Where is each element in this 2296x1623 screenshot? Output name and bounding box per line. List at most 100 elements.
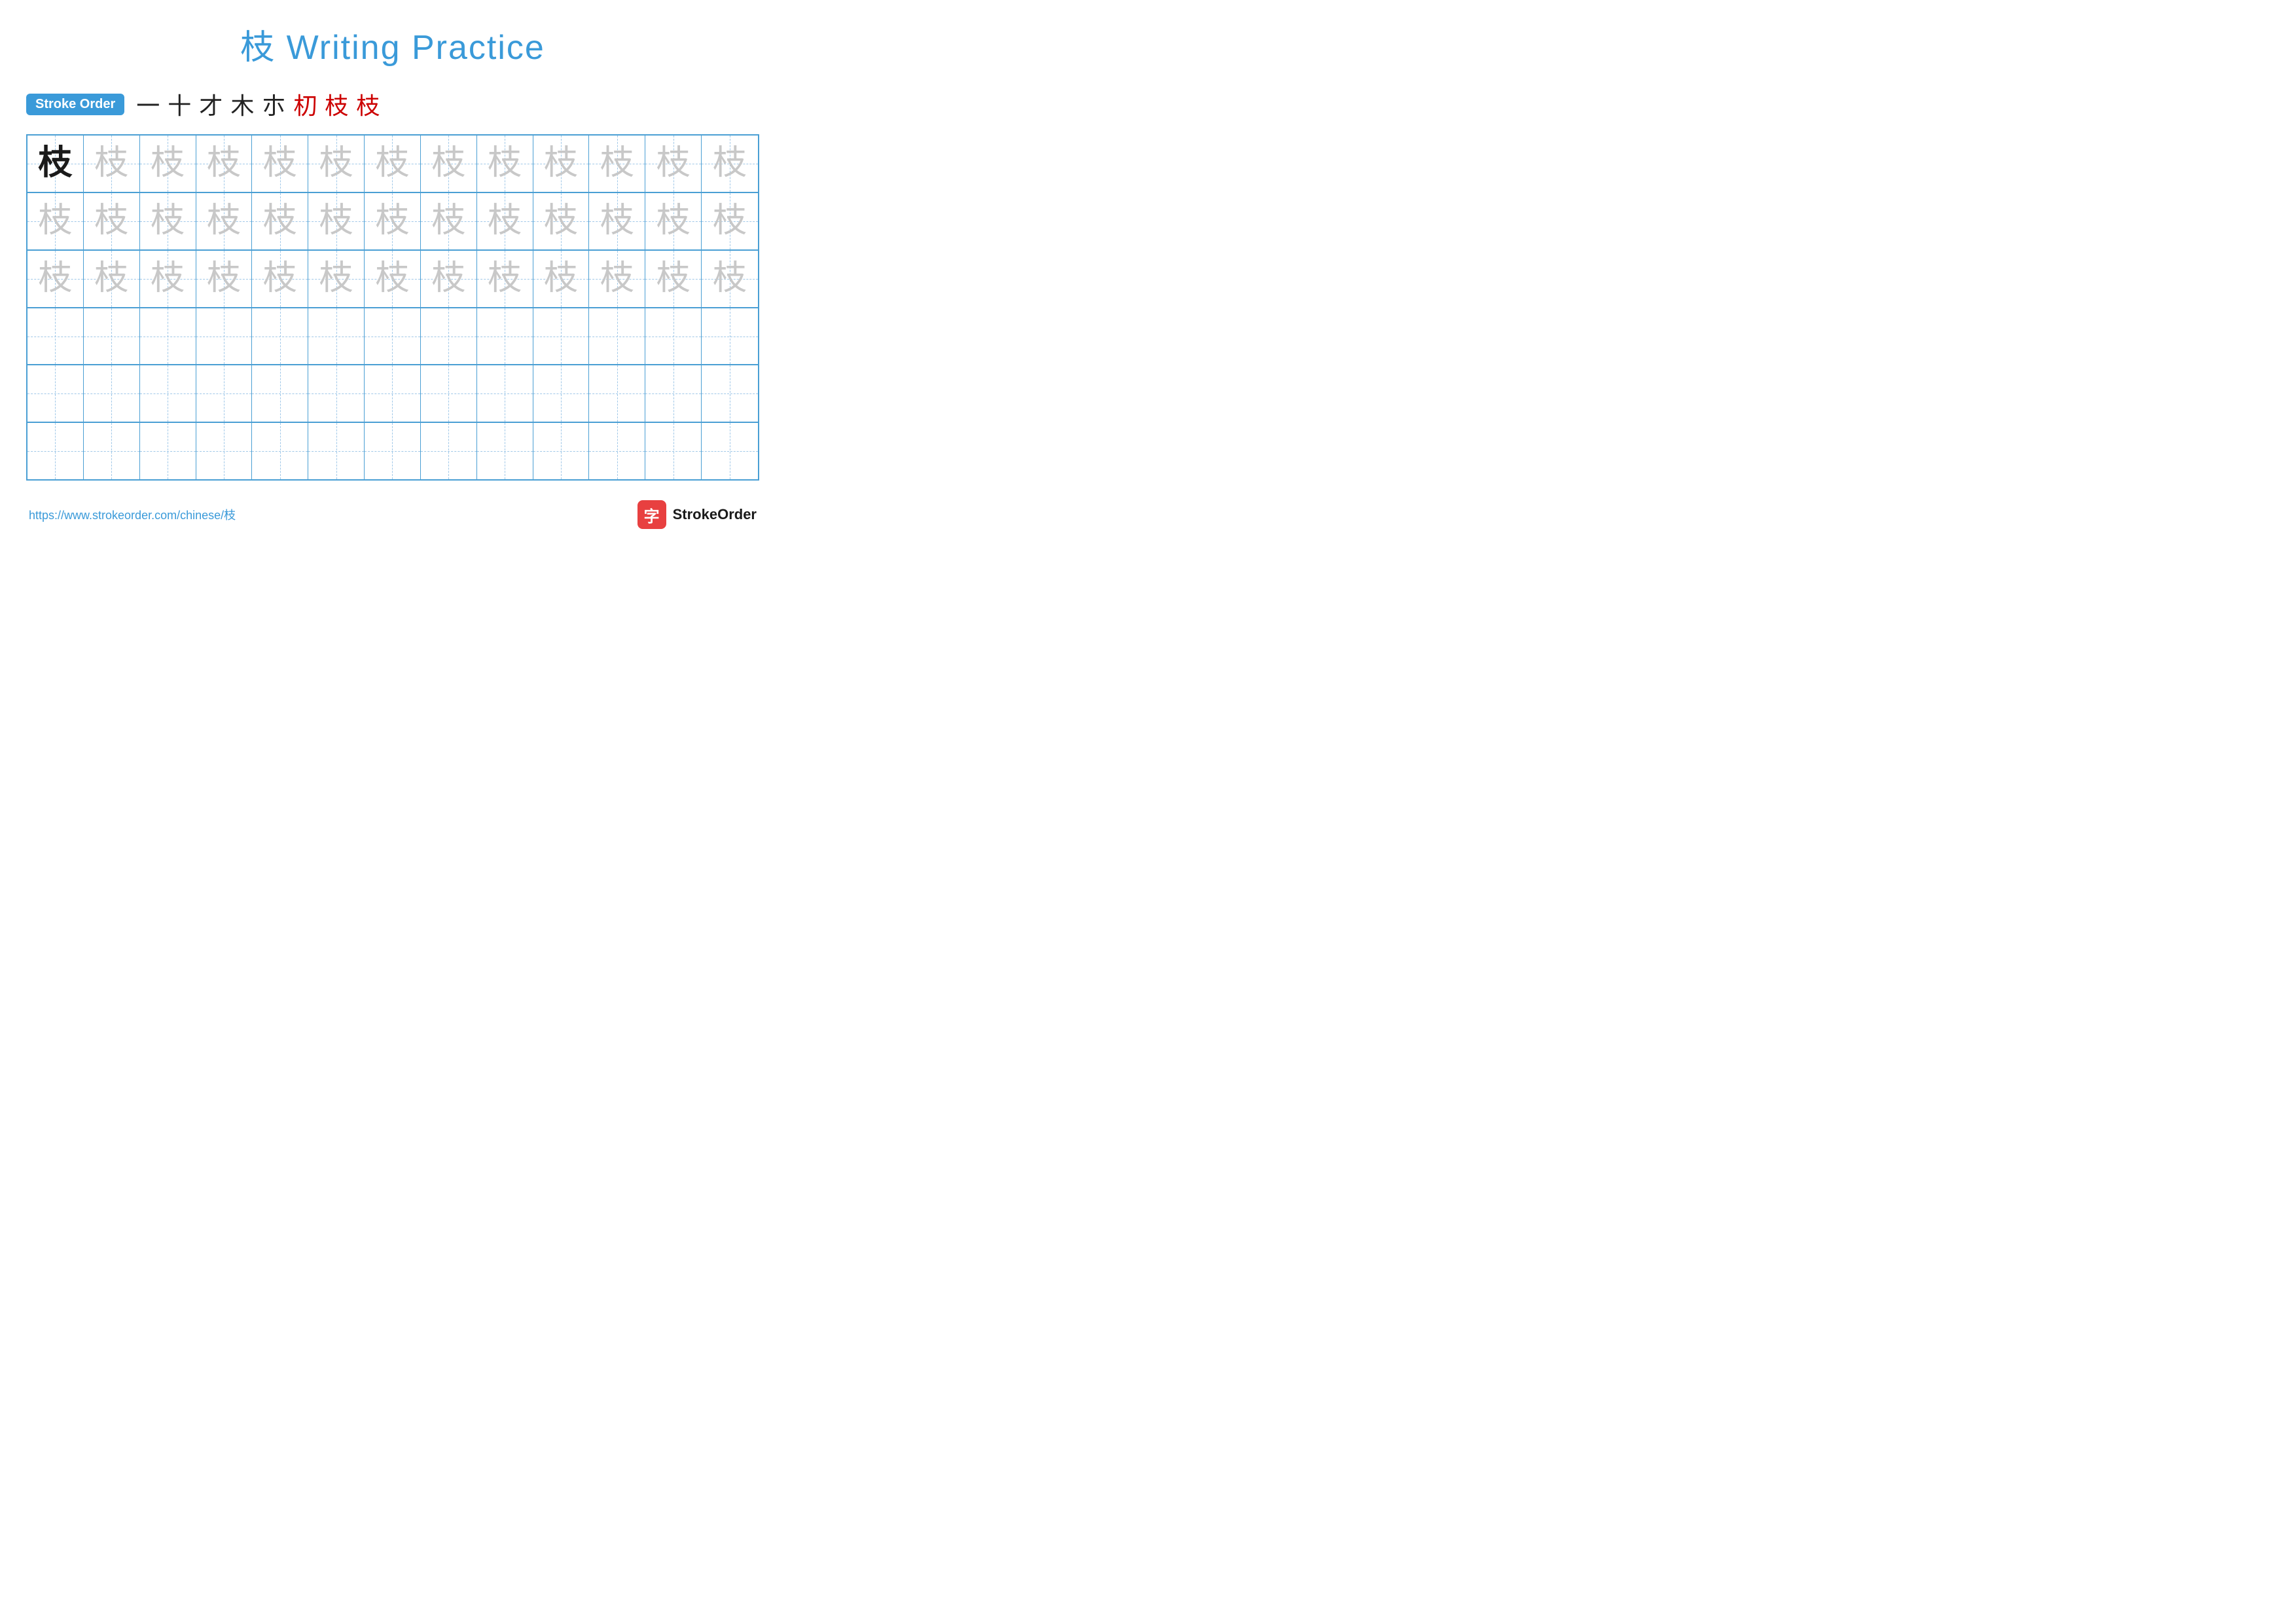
grid-cell[interactable] — [308, 308, 365, 365]
grid-cell[interactable] — [252, 423, 308, 479]
grid-cell[interactable]: 枝 — [84, 136, 140, 192]
grid-cell[interactable]: 枝 — [645, 251, 702, 307]
grid-cell[interactable] — [645, 308, 702, 365]
grid-cell[interactable] — [365, 308, 421, 365]
stroke-step-3: 才 — [199, 87, 223, 121]
stroke-step-7: 枝 — [325, 87, 348, 121]
grid-cell[interactable]: 枝 — [589, 136, 645, 192]
grid-cell[interactable]: 枝 — [645, 136, 702, 192]
grid-cell[interactable] — [196, 365, 253, 422]
cell-character: 枝 — [431, 147, 465, 181]
grid-cell[interactable]: 枝 — [645, 193, 702, 249]
grid-cell[interactable] — [84, 308, 140, 365]
grid-cell[interactable]: 枝 — [589, 251, 645, 307]
grid-cell[interactable] — [140, 308, 196, 365]
grid-cell[interactable]: 枝 — [196, 193, 253, 249]
grid-cell[interactable] — [533, 423, 590, 479]
cell-character: 枝 — [713, 204, 747, 238]
grid-cell[interactable]: 枝 — [533, 251, 590, 307]
grid-cell[interactable] — [140, 423, 196, 479]
grid-cell[interactable]: 枝 — [702, 136, 758, 192]
grid-cell[interactable]: 枝 — [308, 251, 365, 307]
grid-cell[interactable] — [252, 308, 308, 365]
grid-cell[interactable] — [702, 365, 758, 422]
grid-cell[interactable] — [533, 365, 590, 422]
grid-cell[interactable] — [702, 423, 758, 479]
grid-cell[interactable]: 枝 — [252, 193, 308, 249]
grid-cell[interactable]: 枝 — [196, 251, 253, 307]
grid-cell[interactable]: 枝 — [477, 193, 533, 249]
grid-cell[interactable]: 枝 — [365, 251, 421, 307]
grid-cell[interactable] — [140, 365, 196, 422]
grid-cell[interactable]: 枝 — [365, 193, 421, 249]
grid-cell[interactable] — [252, 365, 308, 422]
grid-cell[interactable] — [27, 365, 84, 422]
grid-cell[interactable]: 枝 — [477, 136, 533, 192]
grid-cell[interactable]: 枝 — [365, 136, 421, 192]
grid-cell[interactable]: 枝 — [140, 136, 196, 192]
grid-cell[interactable] — [308, 365, 365, 422]
footer-url[interactable]: https://www.strokeorder.com/chinese/枝 — [29, 506, 236, 523]
grid-cell[interactable]: 枝 — [477, 251, 533, 307]
grid-cell[interactable] — [365, 365, 421, 422]
grid-cell[interactable]: 枝 — [589, 193, 645, 249]
grid-row — [27, 423, 758, 479]
grid-cell[interactable] — [196, 423, 253, 479]
cell-character: 枝 — [656, 262, 691, 296]
grid-cell[interactable]: 枝 — [702, 251, 758, 307]
grid-cell[interactable]: 枝 — [421, 136, 477, 192]
grid-cell[interactable] — [421, 308, 477, 365]
grid-cell[interactable]: 枝 — [84, 251, 140, 307]
grid-cell[interactable]: 枝 — [252, 136, 308, 192]
grid-cell[interactable] — [27, 308, 84, 365]
grid-cell[interactable]: 枝 — [421, 251, 477, 307]
cell-character: 枝 — [151, 204, 185, 238]
cell-character: 枝 — [713, 262, 747, 296]
stroke-step-6: 朷 — [293, 87, 317, 121]
grid-cell[interactable] — [645, 365, 702, 422]
grid-cell[interactable] — [477, 308, 533, 365]
grid-cell[interactable]: 枝 — [533, 136, 590, 192]
grid-cell[interactable] — [365, 423, 421, 479]
grid-cell[interactable]: 枝 — [196, 136, 253, 192]
cell-character: 枝 — [207, 147, 241, 181]
cell-character: 枝 — [656, 204, 691, 238]
grid-cell[interactable]: 枝 — [533, 193, 590, 249]
grid-cell[interactable]: 枝 — [702, 193, 758, 249]
grid-cell[interactable] — [702, 308, 758, 365]
grid-cell[interactable]: 枝 — [140, 193, 196, 249]
grid-cell[interactable] — [589, 423, 645, 479]
cell-character: 枝 — [94, 204, 128, 238]
grid-cell[interactable] — [533, 308, 590, 365]
grid-cell[interactable] — [477, 365, 533, 422]
grid-cell[interactable]: 枝 — [140, 251, 196, 307]
cell-character: 枝 — [319, 204, 353, 238]
grid-cell[interactable]: 枝 — [84, 193, 140, 249]
grid-row: 枝枝枝枝枝枝枝枝枝枝枝枝枝 — [27, 136, 758, 193]
grid-cell[interactable]: 枝 — [308, 193, 365, 249]
grid-cell[interactable] — [477, 423, 533, 479]
grid-cell[interactable] — [421, 365, 477, 422]
grid-cell[interactable] — [196, 308, 253, 365]
grid-cell[interactable]: 枝 — [308, 136, 365, 192]
grid-cell[interactable] — [84, 423, 140, 479]
grid-cell[interactable]: 枝 — [421, 193, 477, 249]
logo-icon: 字 — [637, 500, 666, 529]
grid-cell[interactable]: 枝 — [27, 193, 84, 249]
grid-cell[interactable] — [27, 423, 84, 479]
stroke-order-row: Stroke Order 一 十 才 木 朩 朷 枝 枝 — [26, 87, 759, 121]
grid-cell[interactable] — [308, 423, 365, 479]
grid-cell[interactable]: 枝 — [252, 251, 308, 307]
stroke-order-badge: Stroke Order — [26, 94, 124, 115]
grid-cell[interactable] — [589, 308, 645, 365]
grid-cell[interactable] — [421, 423, 477, 479]
grid-cell[interactable] — [645, 423, 702, 479]
grid-cell[interactable] — [84, 365, 140, 422]
grid-cell[interactable]: 枝 — [27, 136, 84, 192]
grid-cell[interactable] — [589, 365, 645, 422]
cell-character: 枝 — [656, 147, 691, 181]
cell-character: 枝 — [263, 262, 297, 296]
stroke-steps: 一 十 才 木 朩 朷 枝 枝 — [136, 87, 380, 121]
stroke-step-8: 枝 — [356, 87, 380, 121]
grid-cell[interactable]: 枝 — [27, 251, 84, 307]
